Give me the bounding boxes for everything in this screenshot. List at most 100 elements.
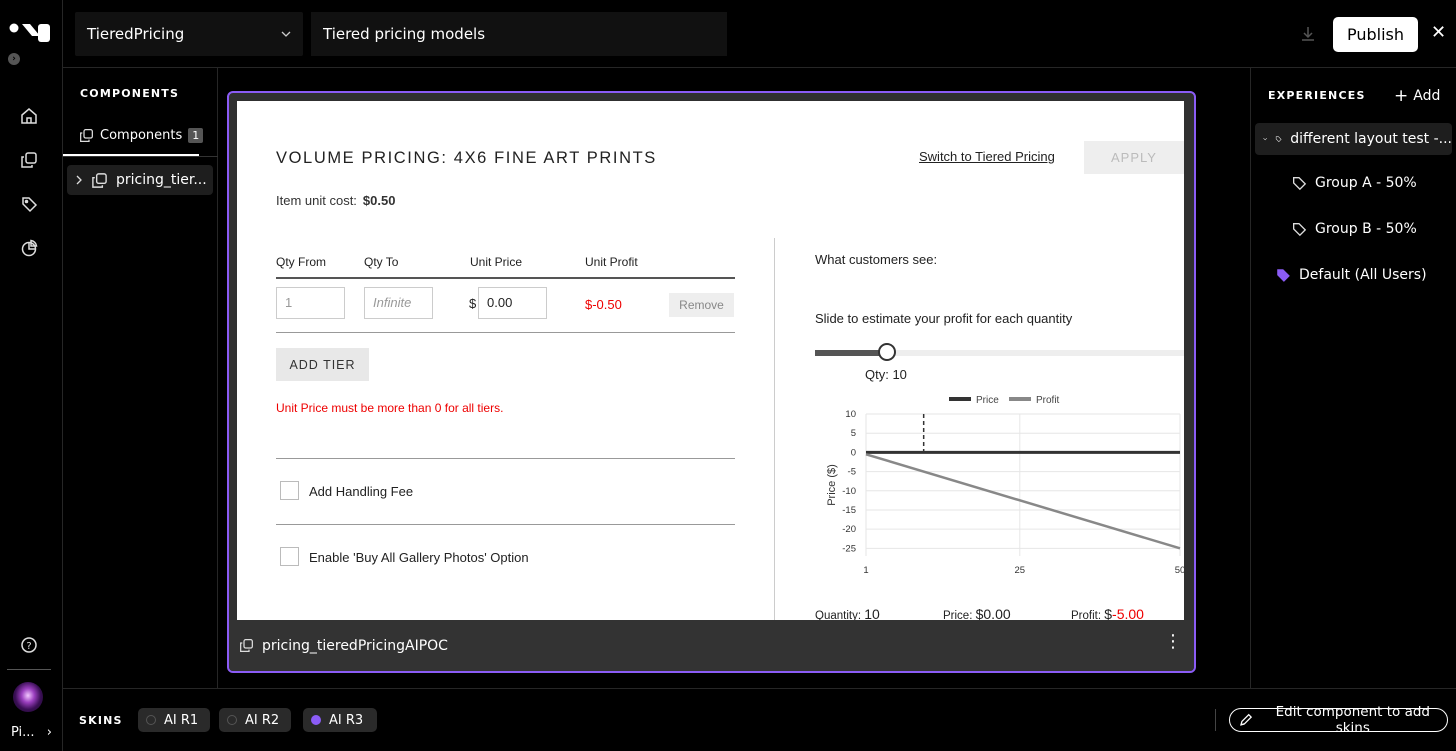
buy-all-label: Enable 'Buy All Gallery Photos' Option (309, 550, 529, 565)
add-tier-button[interactable]: ADD TIER (276, 348, 369, 381)
download-icon[interactable] (1299, 25, 1317, 43)
col-header-unit-price: Unit Price (470, 255, 523, 269)
series-line-profit (865, 453, 1181, 550)
apply-button[interactable]: APPLY (1084, 141, 1184, 174)
frame-footer: pricing_tieredPricingAIPOC (229, 620, 1194, 671)
unit-cost-value: $0.50 (362, 193, 396, 208)
skin-chip-ai-r2[interactable]: AI R2 (219, 708, 291, 732)
help-icon[interactable]: ? (18, 634, 40, 656)
home-icon[interactable] (18, 105, 40, 127)
components-count-badge: 1 (188, 128, 204, 143)
y-tick-label: -5 (848, 467, 856, 478)
experience-item[interactable]: different layout test -... (1255, 123, 1452, 155)
skins-heading: SKINS (79, 714, 123, 727)
skin-chip-ai-r3[interactable]: AI R3 (303, 708, 377, 732)
user-name: Pi... (11, 725, 35, 740)
component-frame[interactable]: VOLUME PRICING: 4X6 FINE ART PRINTS Swit… (227, 91, 1196, 673)
expand-rail-icon[interactable]: › (8, 53, 20, 65)
section-divider (276, 524, 735, 525)
qty-from-input[interactable]: 1 (276, 287, 345, 319)
user-menu[interactable]: Pi... › (11, 725, 52, 740)
experience-item-default[interactable]: Default (All Users) (1275, 267, 1427, 283)
skin-chip-label: AI R2 (245, 712, 280, 728)
edit-component-button[interactable]: Edit component to add skins (1229, 704, 1448, 736)
components-icon (92, 172, 107, 188)
components-icon[interactable] (18, 149, 40, 171)
components-panel: COMPONENTS Components 1 pricing_tier... (63, 68, 218, 688)
x-tick-label: 50 (1175, 565, 1184, 576)
remove-tier-button[interactable]: Remove (669, 293, 734, 317)
experience-item-group-a[interactable]: Group A - 50% (1291, 175, 1417, 191)
legend-label: Profit (1036, 395, 1060, 406)
unit-cost-label: Item unit cost: (276, 193, 357, 208)
col-header-qty-from: Qty From (276, 255, 326, 269)
summary-price-label: Price: (943, 610, 973, 620)
tag-icon (1293, 223, 1307, 237)
tag-icon (1293, 177, 1307, 191)
y-tick-label: 10 (845, 409, 856, 420)
analytics-icon[interactable] (18, 237, 40, 259)
experience-label: Default (All Users) (1299, 267, 1427, 283)
add-experience-button[interactable]: + Add (1394, 86, 1440, 106)
chevron-down-icon[interactable] (1263, 136, 1268, 142)
svg-text:?: ? (26, 641, 31, 652)
col-header-qty-to: Qty To (364, 255, 399, 269)
summary-profit-currency: $ (1104, 606, 1113, 620)
experience-item-group-b[interactable]: Group B - 50% (1291, 221, 1417, 237)
more-options-icon[interactable]: ⋮ (1164, 633, 1182, 651)
avatar[interactable] (13, 682, 43, 712)
edit-component-label: Edit component to add skins (1275, 704, 1430, 736)
skin-chip-ai-r1[interactable]: AI R1 (138, 708, 210, 732)
skin-radio (227, 715, 237, 725)
row-divider (276, 332, 735, 333)
y-axis-label: Price ($) (826, 464, 838, 506)
unit-price-input[interactable]: 0.00 (478, 287, 547, 319)
y-tick-label: 0 (851, 447, 856, 458)
handling-fee-checkbox[interactable] (280, 481, 299, 500)
widget-title: VOLUME PRICING: 4X6 FINE ART PRINTS (276, 149, 657, 167)
qty-slider-fill (815, 350, 887, 356)
components-icon (80, 129, 93, 142)
component-select-value: TieredPricing (87, 25, 185, 43)
y-tick-label: -20 (842, 524, 856, 535)
buy-all-checkbox[interactable] (280, 547, 299, 566)
switch-pricing-link[interactable]: Switch to Tiered Pricing (919, 149, 1055, 164)
component-item[interactable]: pricing_tier... (67, 165, 213, 195)
component-select[interactable]: TieredPricing (75, 12, 303, 56)
pencil-icon (1240, 713, 1253, 726)
tab-components-label: Components (100, 128, 183, 143)
unit-profit-value: $-0.50 (585, 297, 622, 312)
close-icon[interactable]: ✕ (1431, 22, 1446, 43)
components-icon (240, 639, 253, 652)
tab-border (63, 156, 218, 157)
tab-components[interactable]: Components 1 (79, 128, 204, 143)
title-input[interactable] (311, 12, 727, 56)
component-item-label: pricing_tier... (116, 172, 207, 188)
table-header-divider (276, 277, 735, 279)
x-tick-label: 25 (1015, 565, 1026, 576)
qty-slider-thumb[interactable] (878, 343, 896, 361)
slider-caption: Slide to estimate your profit for each q… (815, 311, 1073, 326)
experiences-panel: EXPERIENCES + Add different layout test … (1250, 68, 1456, 688)
y-tick-label: -10 (842, 486, 856, 497)
summary-quantity-label: Quantity: (815, 610, 862, 620)
skins-bar: SKINS AI R1 AI R2 AI R3 Edit component t… (63, 688, 1456, 751)
tag-icon[interactable] (18, 193, 40, 215)
chevron-right-icon[interactable] (75, 175, 83, 185)
component-preview: VOLUME PRICING: 4X6 FINE ART PRINTS Swit… (237, 101, 1184, 620)
summary-profit-value: -5.00 (1112, 606, 1144, 620)
rail-divider (7, 669, 51, 670)
y-tick-label: -15 (842, 505, 856, 516)
skin-radio (146, 715, 156, 725)
skin-chip-label: AI R3 (329, 712, 364, 728)
summary-quantity: Quantity: 10 (815, 606, 880, 620)
components-heading: COMPONENTS (80, 87, 180, 100)
summary-price-value: $0.00 (975, 606, 1011, 620)
frame-footer-label: pricing_tieredPricingAIPOC (262, 637, 448, 654)
publish-button[interactable]: Publish (1333, 17, 1418, 52)
currency-symbol: $ (469, 296, 477, 311)
skin-chip-label: AI R1 (164, 712, 199, 728)
app-logo[interactable] (8, 20, 52, 46)
top-bar: TieredPricing Publish ✕ (63, 0, 1456, 68)
qty-to-input[interactable]: Infinite (364, 287, 433, 319)
